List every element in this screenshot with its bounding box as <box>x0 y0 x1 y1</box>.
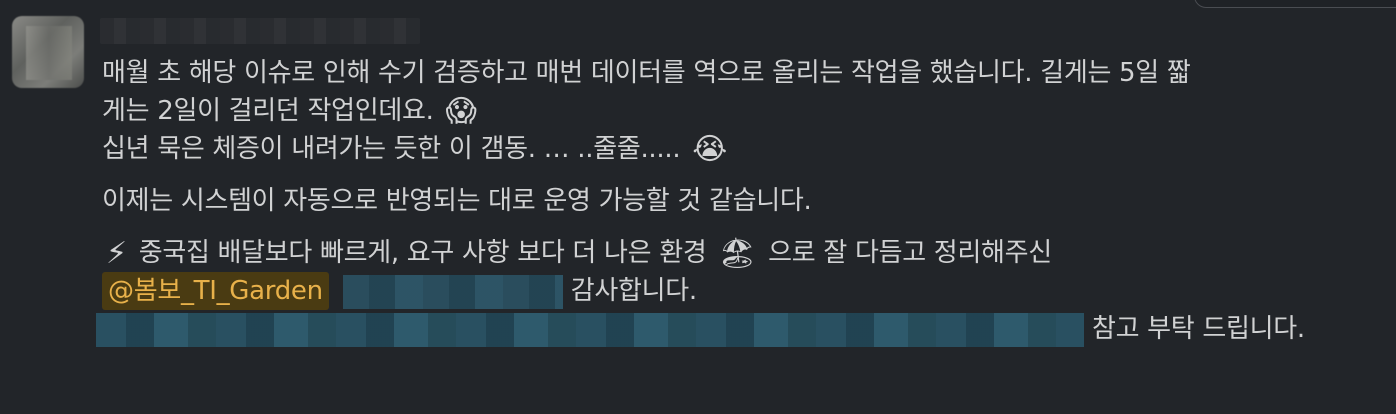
message-pane: 매월 초 해당 이슈로 인해 수기 검증하고 매번 데이터를 역으로 올리는 작… <box>0 0 1396 414</box>
crying-emoji-icon: 😭 <box>692 131 728 167</box>
message-line-3-text: 십년 묵은 체증이 내려가는 듯한 이 갬동. … ..줄줄..... <box>102 134 681 164</box>
redacted-mention-block <box>342 274 563 309</box>
message-line-5-text-2: 으로 잘 다듬고 정리해주신 <box>768 238 1052 268</box>
lightning-emoji-icon: ⚡ <box>106 235 127 271</box>
user-mention-link[interactable]: @봄보_TI_Garden <box>102 272 329 310</box>
message-line-5-text-1: 중국집 배달보다 빠르게, 요구 사항 보다 더 나은 환경 <box>138 238 707 268</box>
message-line-3: 십년 묵은 체증이 내려가는 듯한 이 갬동. … ..줄줄..... 😭 <box>102 130 1362 168</box>
beach-emoji-icon: 🏖 <box>718 235 757 271</box>
avatar[interactable] <box>12 16 84 88</box>
message-line-2-text: 게는 2일이 걸리던 작업인데요. <box>102 96 434 126</box>
message-line-1: 매월 초 해당 이슈로 인해 수기 검증하고 매번 데이터를 역으로 올리는 작… <box>102 58 1191 88</box>
scream-emoji-icon: 😱 <box>445 93 477 129</box>
message-line-6-text: 감사합니다. <box>570 276 697 306</box>
message-line-2: 게는 2일이 걸리던 작업인데요. 😱 <box>102 92 1362 130</box>
message-line-4: 이제는 시스템이 자동으로 반영되는 대로 운영 가능할 것 같습니다. <box>102 186 812 216</box>
message-line-7-text: 참고 부탁 드립니다. <box>1091 314 1305 344</box>
message-line-6: @봄보_TI_Garden 감사합니다. <box>102 272 1362 310</box>
message-actions-bar[interactable] <box>1194 0 1396 8</box>
sender-name-redacted <box>100 18 420 44</box>
redacted-link-block[interactable] <box>96 312 1084 347</box>
message-line-7: 참고 부탁 드립니다. <box>96 310 1362 348</box>
message-line-5: ⚡ 중국집 배달보다 빠르게, 요구 사항 보다 더 나은 환경 🏖 으로 잘 … <box>102 234 1362 272</box>
message-body: 매월 초 해당 이슈로 인해 수기 검증하고 매번 데이터를 역으로 올리는 작… <box>96 54 1362 348</box>
